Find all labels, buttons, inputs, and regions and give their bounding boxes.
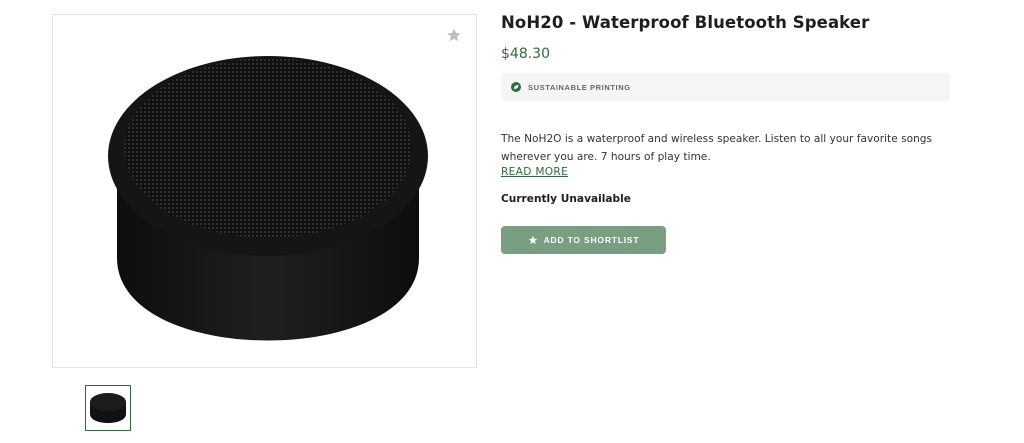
favorite-star-icon[interactable]: [446, 27, 462, 48]
leaf-icon: [511, 82, 521, 92]
availability-status: Currently Unavailable: [501, 193, 631, 205]
badge-label: SUSTAINABLE PRINTING: [528, 82, 631, 92]
add-to-shortlist-button[interactable]: ADD TO SHORTLIST: [501, 226, 666, 254]
thumbnail-image: [90, 393, 126, 423]
product-image-frame: [52, 14, 477, 368]
product-price: $48.30: [501, 46, 550, 62]
sustainable-badge: SUSTAINABLE PRINTING: [501, 73, 950, 101]
product-title: NoH20 - Waterproof Bluetooth Speaker: [501, 13, 870, 32]
read-more-link[interactable]: READ MORE: [501, 166, 568, 178]
product-thumbnail[interactable]: [85, 385, 131, 431]
star-icon: [528, 235, 537, 244]
product-image: [108, 56, 428, 341]
product-description: The NoH2O is a waterproof and wireless s…: [501, 133, 933, 163]
shortlist-button-label: ADD TO SHORTLIST: [543, 235, 640, 245]
